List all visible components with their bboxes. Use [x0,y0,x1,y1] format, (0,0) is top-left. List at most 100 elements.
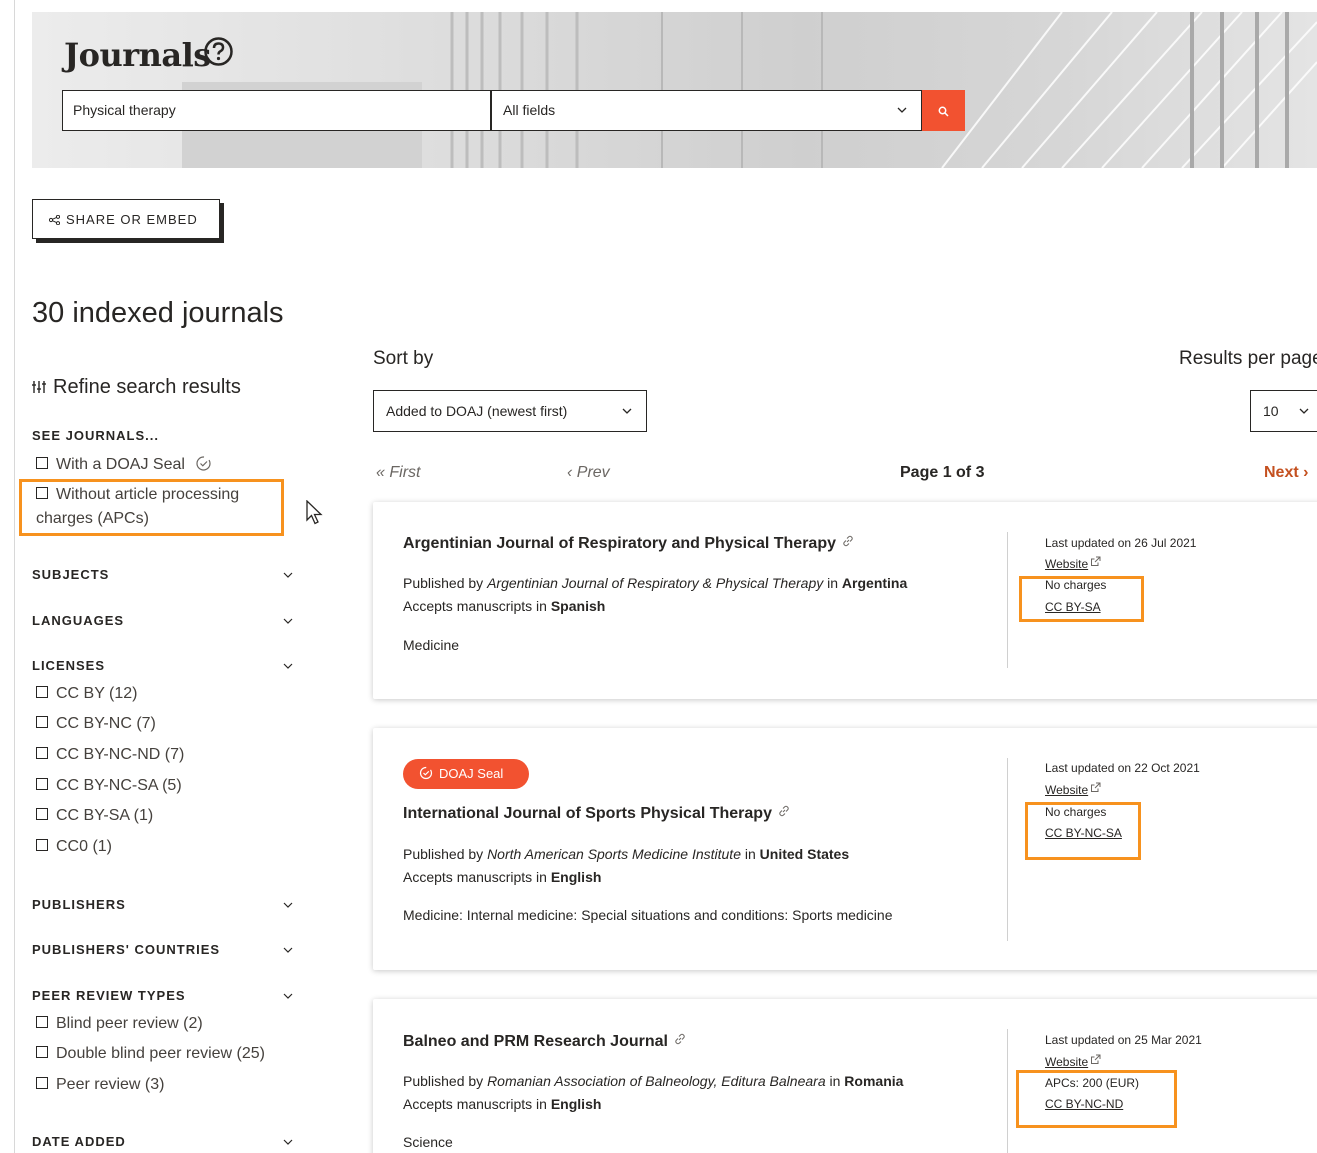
chevron-down-icon [897,107,907,113]
subject-line: Medicine: Internal medicine: Special sit… [403,907,893,923]
search-icon [938,106,949,117]
chevron-right-icon: › [1303,464,1309,481]
website-link[interactable]: Website [1045,556,1101,571]
external-link-icon [1091,1054,1101,1064]
filter-license[interactable]: CC0 (1) [36,838,112,856]
link-icon [675,1033,685,1045]
filter-peer-review[interactable]: Peer review (3) [36,1076,164,1094]
pager-prev-link[interactable]: ‹ Prev [567,464,610,482]
journal-card: DOAJ Seal International Journal of Sport… [373,728,1317,970]
sort-select-value: Added to DOAJ (newest first) [386,403,568,419]
facet-languages[interactable]: LANGUAGES [32,613,294,628]
facet-publishers-countries[interactable]: PUBLISHERS' COUNTRIES [32,942,294,957]
language-line: Accepts manuscripts in English [403,1096,601,1112]
checkbox[interactable] [36,839,48,851]
external-link-icon [1091,556,1101,566]
filter-license-label: CC BY (12) [56,685,138,702]
in-word: in [825,1073,845,1089]
published-by-prefix: Published by [403,575,488,591]
pager-page-indicator: Page 1 of 3 [900,464,985,481]
link-icon [779,805,789,817]
seal-check-icon [196,456,211,471]
publisher-name: North American Sports Medicine Institute [487,846,741,862]
accepts-prefix: Accepts manuscripts in [403,1096,551,1112]
filter-license-label: CC BY-NC-SA (5) [56,777,182,794]
facet-date-added[interactable]: DATE ADDED [32,1134,294,1149]
checkbox[interactable] [36,1077,48,1089]
in-word: in [823,575,842,591]
pager-prev-label: Prev [576,464,610,481]
filter-peer-review-label: Double blind peer review (25) [56,1045,265,1062]
share-embed-button[interactable]: SHARE OR EMBED [32,199,220,239]
filter-peer-review[interactable]: Blind peer review (2) [36,1015,203,1033]
checkbox[interactable] [36,1016,48,1028]
subject-line: Science [403,1134,453,1150]
publisher-country: Romania [844,1073,904,1089]
card-divider [1007,1029,1008,1153]
facet-see-journals: SEE JOURNALS... [32,428,159,443]
facet-subjects[interactable]: SUBJECTS [32,567,294,582]
journal-title-link[interactable]: Argentinian Journal of Respiratory and P… [403,535,854,553]
checkbox[interactable] [36,1046,48,1058]
website-label: Website [1045,557,1089,571]
filter-license[interactable]: CC BY-NC-SA (5) [36,777,182,795]
manuscript-language: English [550,869,602,885]
published-by-prefix: Published by [403,1073,488,1089]
share-icon [49,215,60,225]
website-link[interactable]: Website [1045,1054,1101,1069]
help-icon[interactable] [203,36,234,67]
card-divider [1007,532,1008,668]
website-link[interactable]: Website [1045,782,1101,797]
pager-next-label: Next [1264,464,1299,481]
chevron-down-icon [1299,408,1309,414]
highlight-box [1016,1070,1177,1128]
search-input[interactable]: Physical therapy [62,90,491,131]
last-updated: Last updated on 26 Jul 2021 [1045,536,1197,550]
website-label: Website [1045,1055,1089,1069]
facet-subjects-label: SUBJECTS [32,567,110,582]
journal-title-link[interactable]: International Journal of Sports Physical… [403,805,790,823]
highlight-box [1019,576,1144,622]
pager-next-link[interactable]: Next › [1264,464,1308,482]
filter-license[interactable]: CC BY-NC (7) [36,715,156,733]
pager-first-link[interactable]: « First [376,464,420,482]
facet-licenses[interactable]: LICENSES [32,658,294,673]
journal-title: Argentinian Journal of Respiratory and P… [403,535,836,552]
checkbox[interactable] [36,686,48,698]
facet-publishers[interactable]: PUBLISHERS [32,897,294,912]
subject-line: Medicine [403,637,460,653]
filter-license-label: CC BY-SA (1) [56,807,154,824]
facet-licenses-label: LICENSES [32,658,106,673]
journal-title-link[interactable]: Balneo and PRM Research Journal [403,1033,686,1051]
search-field-select[interactable]: All fields [491,90,922,131]
pager-first-label: First [389,464,421,481]
publisher-name: Argentinian Journal of Respiratory & Phy… [487,575,824,591]
checkbox[interactable] [36,808,48,820]
filter-sliders-icon [32,381,46,393]
seal-check-icon [419,766,433,780]
chevron-down-icon [622,408,632,414]
filter-doaj-seal[interactable]: With a DOAJ Seal [36,455,212,474]
filter-license[interactable]: CC BY (12) [36,685,138,703]
checkbox[interactable] [36,778,48,790]
search-button[interactable] [922,90,965,131]
chevron-down-icon [283,902,293,908]
results-per-page-select[interactable]: 10 [1250,390,1317,432]
filter-license-label: CC0 (1) [56,838,113,855]
sort-select[interactable]: Added to DOAJ (newest first) [373,390,647,432]
page-title: Journals [64,36,211,74]
chevron-down-icon [283,993,293,999]
filter-license[interactable]: CC BY-SA (1) [36,807,153,825]
publisher-line: Published by Romanian Association of Bal… [403,1073,903,1089]
filter-license[interactable]: CC BY-NC-ND (7) [36,746,184,764]
facet-peer-review[interactable]: PEER REVIEW TYPES [32,988,294,1003]
checkbox[interactable] [36,457,48,469]
refine-heading: Refine search results [32,376,241,399]
filter-peer-review[interactable]: Double blind peer review (25) [36,1045,265,1063]
in-word: in [740,846,760,862]
page-left-border [14,0,15,1153]
filter-license-label: CC BY-NC (7) [56,715,156,732]
language-line: Accepts manuscripts in English [403,869,601,885]
checkbox[interactable] [36,716,48,728]
checkbox[interactable] [36,747,48,759]
